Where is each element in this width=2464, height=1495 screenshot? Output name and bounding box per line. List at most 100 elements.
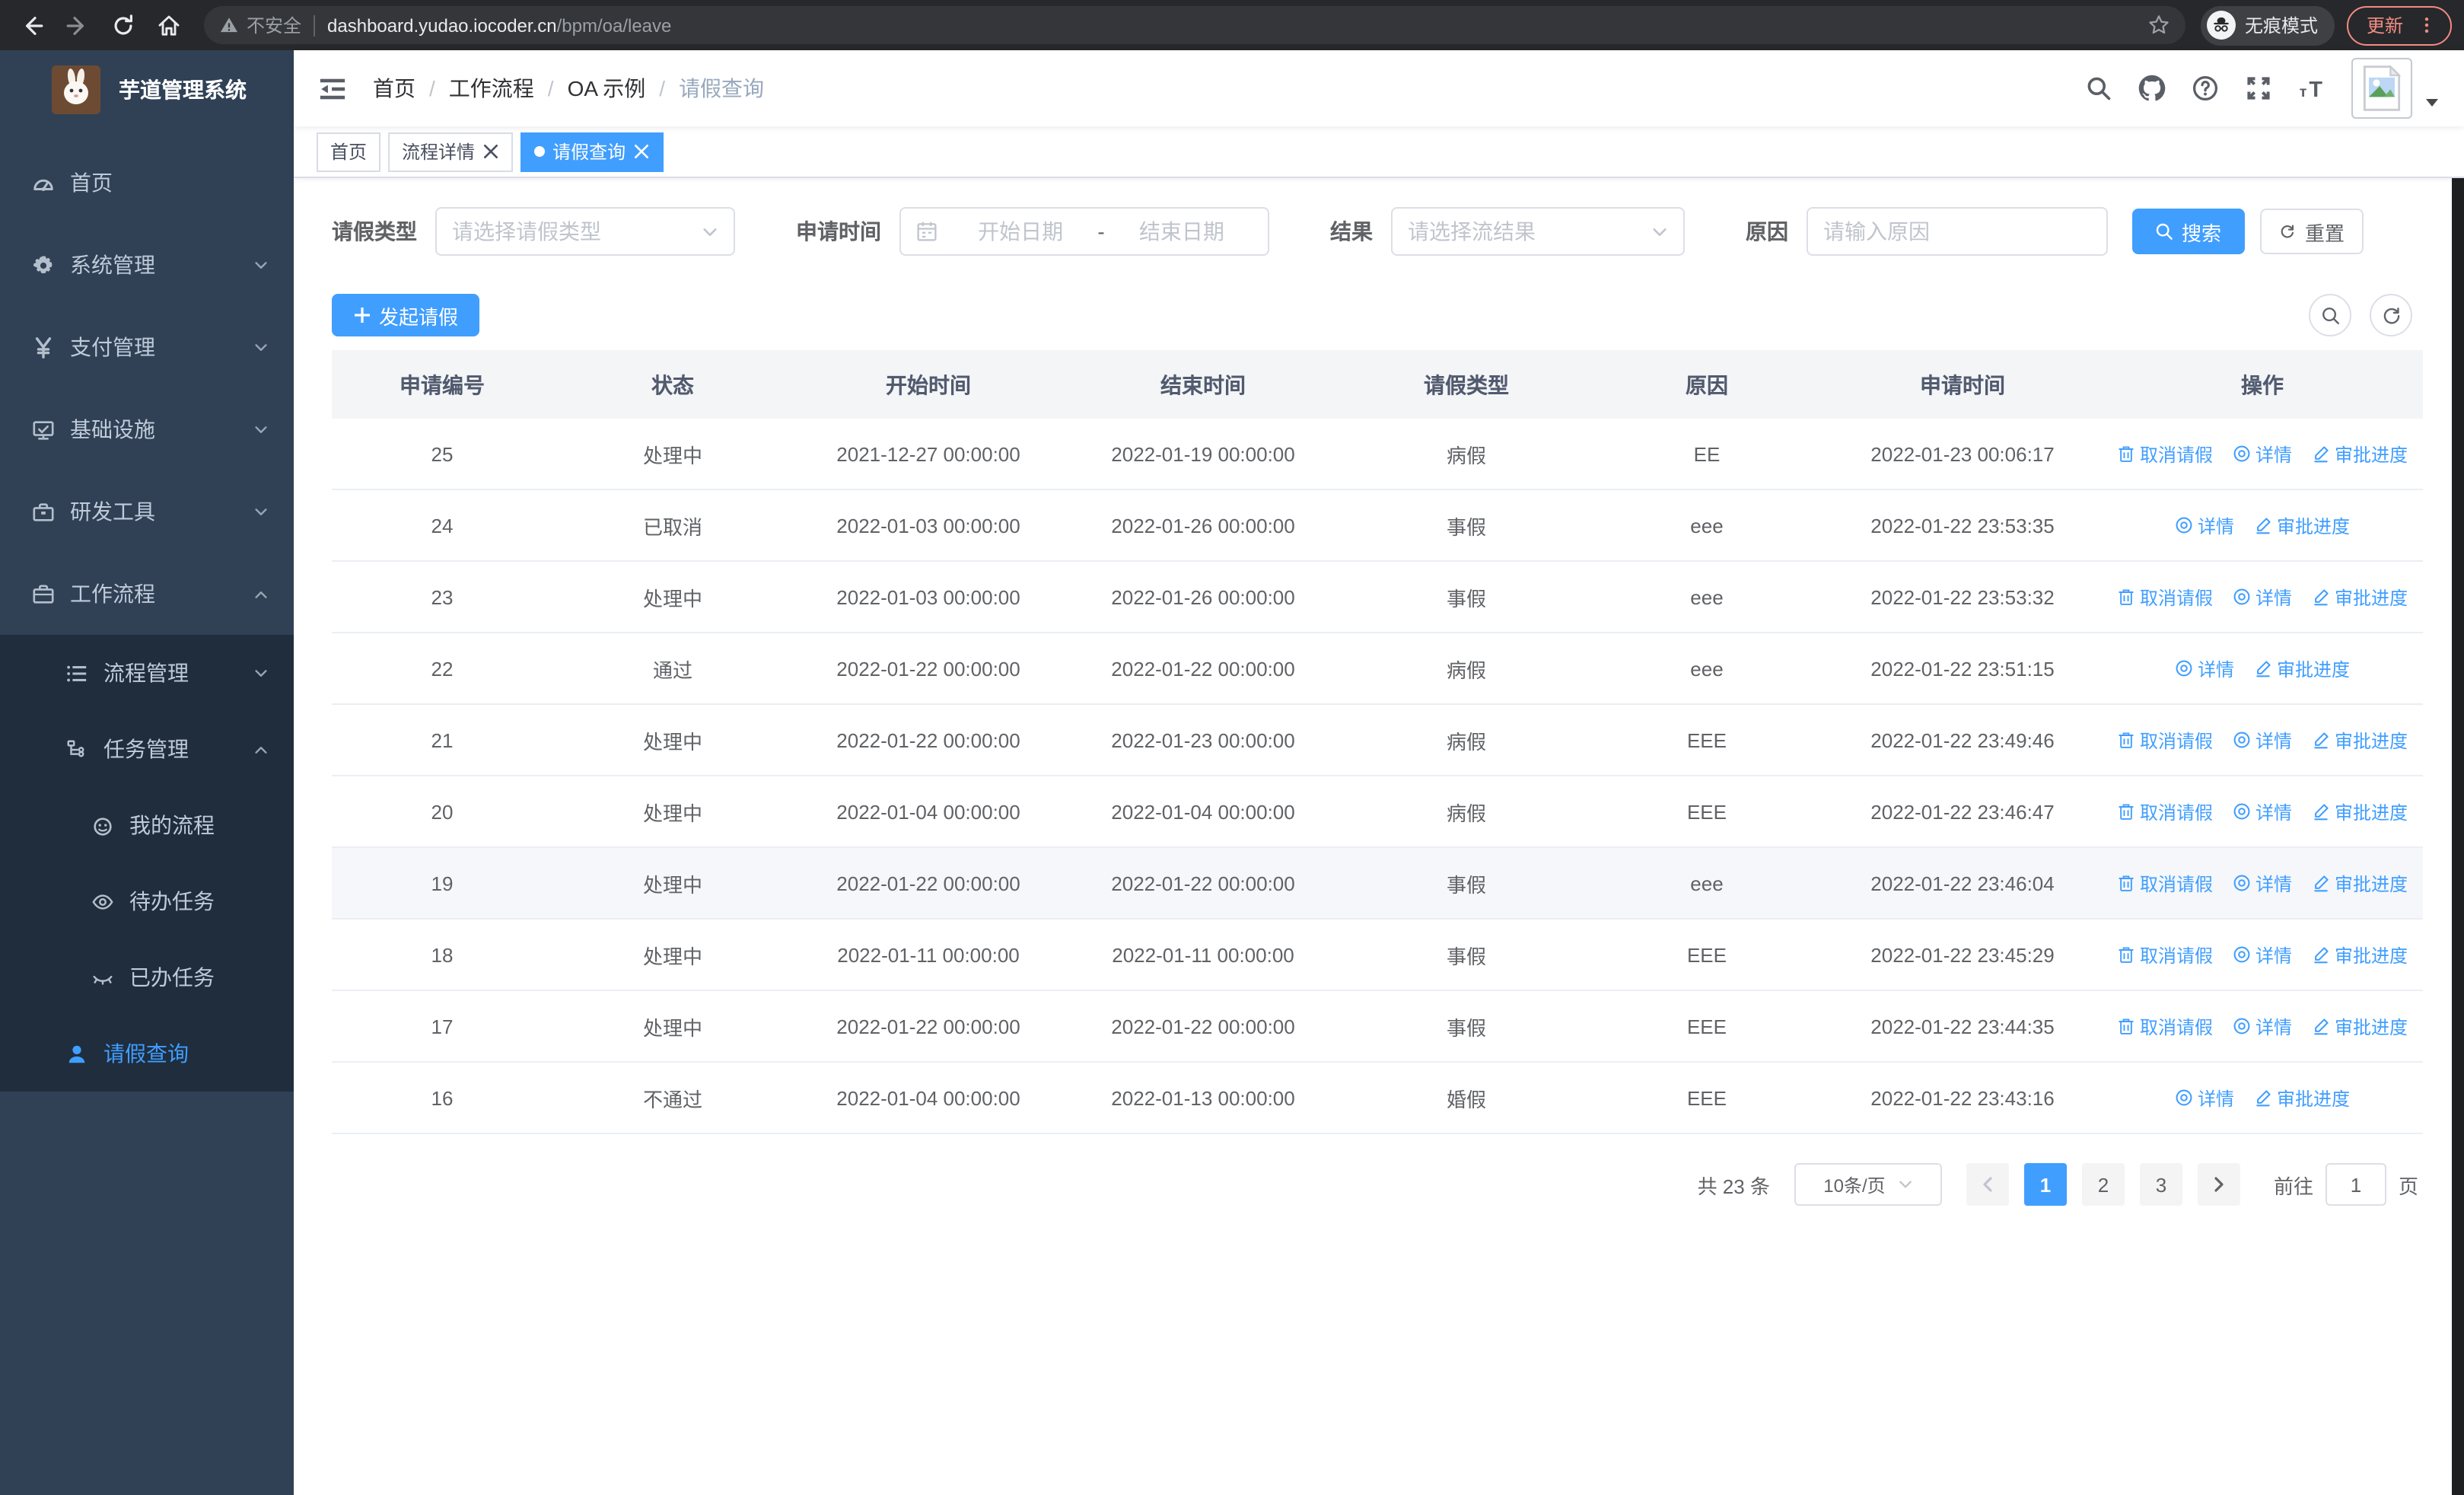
apply-time-range-picker[interactable]: 开始日期 - 结束日期	[899, 207, 1269, 256]
tab-首页[interactable]: 首页	[317, 132, 381, 171]
sidebar-item-工作流程[interactable]: 工作流程	[0, 553, 294, 635]
detail-action-link[interactable]: 详情	[2233, 942, 2292, 967]
cancel-action-label: 取消请假	[2139, 873, 2213, 894]
detail-action-link[interactable]: 详情	[2175, 512, 2234, 538]
cancel-action-link[interactable]: 取消请假	[2117, 799, 2213, 824]
detail-action-link[interactable]: 详情	[2233, 1013, 2292, 1039]
progress-action-link[interactable]: 审批进度	[2254, 655, 2350, 681]
cell-开始时间: 2022-01-11 00:00:00	[837, 943, 1020, 966]
sidebar-item-已办任务[interactable]: 已办任务	[0, 939, 294, 1015]
progress-action-link[interactable]: 审批进度	[2312, 942, 2408, 967]
progress-action-link[interactable]: 审批进度	[2312, 441, 2408, 467]
sidebar-item-首页[interactable]: 首页	[0, 142, 294, 224]
tab-流程详情[interactable]: 流程详情	[388, 132, 514, 171]
browser-menu-dots-icon[interactable]	[2417, 15, 2437, 35]
sidebar-item-研发工具[interactable]: 研发工具	[0, 470, 294, 553]
breadcrumb-item-工作流程[interactable]: 工作流程	[449, 73, 534, 104]
goto-suffix: 页	[2398, 1175, 2418, 1197]
cell-开始时间: 2022-01-22 00:00:00	[836, 1015, 1020, 1038]
prev-page-button[interactable]	[1966, 1163, 2009, 1206]
search-button[interactable]: 搜索	[2132, 209, 2245, 254]
cell-状态: 不通过	[642, 1088, 702, 1111]
chevron-down-icon	[1898, 1177, 1913, 1192]
progress-action-label: 审批进度	[2335, 444, 2408, 465]
bookmark-star-icon[interactable]	[2147, 14, 2170, 37]
cancel-action-link[interactable]: 取消请假	[2117, 870, 2213, 896]
cell-开始时间: 2022-01-04 00:00:00	[836, 1086, 1020, 1109]
cell-操作: 取消请假 详情 审批进度	[2102, 441, 2423, 467]
cancel-action-link[interactable]: 取消请假	[2117, 584, 2213, 610]
apply-time-label: 申请时间	[796, 219, 881, 244]
detail-action-link[interactable]: 详情	[2233, 799, 2292, 824]
page-button-2[interactable]: 2	[2081, 1163, 2125, 1206]
sidebar-item-待办任务[interactable]: 待办任务	[0, 863, 294, 939]
page-button-1[interactable]: 1	[2023, 1163, 2067, 1206]
cancel-action-link[interactable]: 取消请假	[2117, 441, 2213, 467]
progress-action-link[interactable]: 审批进度	[2312, 870, 2408, 896]
leave-type-select[interactable]: 请选择请假类型	[435, 207, 735, 256]
browser-update-button[interactable]: 更新	[2346, 5, 2452, 45]
sidebar-item-请假查询[interactable]: 请假查询	[0, 1015, 294, 1092]
page-button-3[interactable]: 3	[2139, 1163, 2182, 1206]
user-menu[interactable]	[2351, 58, 2440, 119]
breadcrumb-item-OA 示例[interactable]: OA 示例	[568, 73, 646, 104]
home-icon	[157, 13, 181, 37]
goto-page-input[interactable]	[2325, 1163, 2386, 1206]
help-icon[interactable]	[2192, 75, 2219, 102]
detail-action-link[interactable]: 详情	[2233, 870, 2292, 896]
progress-action-link[interactable]: 审批进度	[2254, 1085, 2350, 1111]
fullscreen-icon[interactable]	[2245, 75, 2272, 102]
progress-action-link[interactable]: 审批进度	[2312, 584, 2408, 610]
browser-back-button[interactable]	[12, 5, 52, 45]
cancel-action-link[interactable]: 取消请假	[2117, 942, 2213, 967]
detail-action-link[interactable]: 详情	[2233, 727, 2292, 753]
cancel-action-link[interactable]: 取消请假	[2117, 1013, 2213, 1039]
cell-状态: 处理中	[642, 730, 702, 753]
cell-结束时间: 2022-01-19 00:00:00	[1111, 442, 1295, 465]
sidebar-item-基础设施[interactable]: 基础设施	[0, 388, 294, 470]
sidebar-item-我的流程[interactable]: 我的流程	[0, 787, 294, 863]
table-refresh-button[interactable]	[2370, 294, 2412, 336]
page-scrollbar[interactable]	[2452, 50, 2464, 1495]
progress-action-link[interactable]: 审批进度	[2312, 799, 2408, 824]
header-search-icon[interactable]	[2085, 75, 2112, 102]
avatar[interactable]	[2351, 58, 2412, 119]
progress-action-link[interactable]: 审批进度	[2312, 1013, 2408, 1039]
tab-请假查询[interactable]: 请假查询	[520, 132, 664, 171]
table-row-22: 22 通过 2022-01-22 00:00:00 2022-01-22 00:00:…	[332, 633, 2423, 705]
font-size-icon[interactable]: тT	[2298, 75, 2326, 102]
sidebar-collapse-icon[interactable]	[318, 74, 347, 103]
reset-button[interactable]: 重置	[2260, 209, 2364, 254]
create-leave-button[interactable]: 发起请假	[332, 294, 480, 336]
browser-forward-button[interactable]	[58, 5, 97, 45]
cell-结束时间: 2022-01-26 00:00:00	[1111, 514, 1295, 537]
sidebar-submenu: 流程管理 任务管理 我的流程 待办任务 已办任务 请假查询	[0, 635, 294, 1092]
page-size-select[interactable]: 10条/页	[1794, 1163, 1942, 1206]
progress-action-link[interactable]: 审批进度	[2254, 512, 2350, 538]
browser-home-button[interactable]	[149, 5, 189, 45]
leave-type-label: 请假类型	[332, 219, 417, 244]
cell-操作: 详情 审批进度	[2102, 1085, 2423, 1111]
detail-action-link[interactable]: 详情	[2233, 441, 2292, 467]
cell-状态: 通过	[652, 658, 692, 681]
result-select[interactable]: 请选择流结果	[1391, 207, 1685, 256]
next-page-button[interactable]	[2197, 1163, 2240, 1206]
back-arrow-icon	[20, 13, 44, 37]
detail-action-link[interactable]: 详情	[2175, 655, 2234, 681]
sidebar-item-任务管理[interactable]: 任务管理	[0, 711, 294, 787]
breadcrumb-item-首页[interactable]: 首页	[373, 73, 415, 104]
table-search-toggle-button[interactable]	[2309, 294, 2351, 336]
cell-申请编号: 17	[431, 1015, 454, 1038]
sidebar-item-系统管理[interactable]: 系统管理	[0, 224, 294, 306]
github-icon[interactable]	[2138, 75, 2166, 102]
sidebar-item-支付管理[interactable]: 支付管理	[0, 306, 294, 388]
cell-状态: 处理中	[642, 1016, 702, 1039]
address-bar[interactable]: 不安全 dashboard.yudao.iocoder.cn/bpm/oa/le…	[204, 6, 2185, 44]
detail-action-link[interactable]: 详情	[2233, 584, 2292, 610]
sidebar-item-流程管理[interactable]: 流程管理	[0, 635, 294, 711]
cancel-action-link[interactable]: 取消请假	[2117, 727, 2213, 753]
detail-action-link[interactable]: 详情	[2175, 1085, 2234, 1111]
reason-input[interactable]	[1807, 207, 2108, 256]
browser-reload-button[interactable]	[103, 5, 143, 45]
progress-action-link[interactable]: 审批进度	[2312, 727, 2408, 753]
